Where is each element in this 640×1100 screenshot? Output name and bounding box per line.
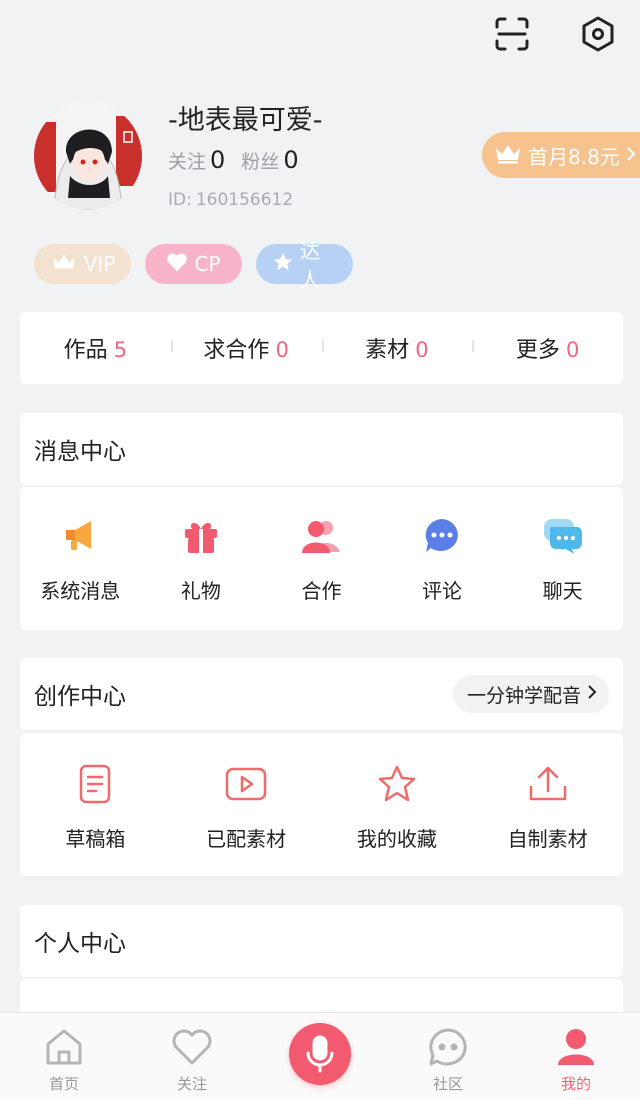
material-count: 0 [415,338,429,362]
creation-center-title: 创作中心 [34,684,126,710]
collab-request-count: 0 [275,338,289,362]
collab-request-label: 求合作 [203,338,270,363]
user-id-value: 160156612 [195,190,294,210]
more-count: 0 [565,338,580,362]
works-label: 作品 [63,338,108,363]
heart-outline-icon [170,1025,214,1069]
vip-promo-label: 首月8.8元 [528,144,620,169]
learn-dubbing-label: 一分钟学配音 [466,684,581,707]
personal-center-title: 个人中心 [34,931,126,957]
message-center-title: 消息中心 [34,439,126,465]
tab-community[interactable]: 社区 [384,1013,512,1100]
following-count: 0 [210,146,226,174]
upload-icon [525,761,571,807]
top-toolbar [492,14,618,54]
more-label: 更多 [515,338,560,363]
tab-following[interactable]: 关注 [128,1013,256,1100]
expert-badge-label: 达人 [300,239,320,292]
tab-community-label: 社区 [432,1075,463,1093]
works-item[interactable]: 作品 5 [20,332,171,364]
comment-bubble-icon [419,513,465,559]
following-stat[interactable]: 关注 0 [168,146,225,174]
creation-center-header: 创作中心 一分钟学配音 [20,658,623,730]
chat-icon [540,513,586,559]
vip-badge-label: VIP [83,252,116,276]
gift-label: 礼物 [180,579,221,603]
fans-stat[interactable]: 粉丝 0 [241,146,298,174]
comment-label: 评论 [422,579,463,603]
microphone-icon [289,1023,351,1085]
star-outline-icon [374,761,420,807]
hexagon-settings-icon[interactable] [578,14,618,54]
draft-icon [72,761,118,807]
system-message-label: 系统消息 [40,579,121,603]
star-icon [272,251,294,278]
personal-center-header: 个人中心 [20,905,623,977]
dubbed-material-label: 已配素材 [206,827,287,851]
self-made-material-item[interactable]: 自制素材 [472,733,623,876]
collaboration-item[interactable]: 合作 [261,487,382,630]
material-label: 素材 [365,338,410,363]
follow-stats: 关注 0 粉丝 0 [168,146,299,174]
username: -地表最可爱- [168,105,323,136]
more-item[interactable]: 更多 0 [472,332,623,364]
chat-label: 聊天 [542,579,583,603]
gift-item[interactable]: 礼物 [141,487,262,630]
creation-center-grid: 草稿箱 已配素材 我的收藏 自制素材 [20,733,623,876]
crown-icon [494,142,522,169]
chevron-right-icon [626,143,636,167]
tab-mine[interactable]: 我的 [512,1013,640,1100]
avatar[interactable] [34,102,142,210]
community-chat-icon [426,1025,470,1069]
vip-promo-button[interactable]: 首月8.8元 [482,132,640,178]
collaboration-label: 合作 [301,579,342,603]
works-count: 5 [113,338,128,362]
expert-badge[interactable]: 达人 [256,239,353,292]
badge-row: VIP CP 达人 [34,239,353,292]
fans-label: 粉丝 [241,151,280,173]
chat-item[interactable]: 聊天 [502,487,623,630]
bottom-tab-bar: 首页 关注 社区 我的 [0,1012,640,1100]
tab-record[interactable] [256,1013,384,1100]
tab-home[interactable]: 首页 [0,1013,128,1100]
draft-box-label: 草稿箱 [65,827,126,851]
fans-count: 0 [283,146,299,174]
scan-icon[interactable] [492,14,532,54]
cp-badge-label: CP [194,252,221,276]
tab-home-label: 首页 [48,1075,79,1093]
dubbed-material-item[interactable]: 已配素材 [171,733,322,876]
vip-badge[interactable]: VIP [34,244,131,284]
heart-icon [166,252,188,277]
cp-badge[interactable]: CP [145,244,242,284]
comment-item[interactable]: 评论 [382,487,503,630]
gift-icon [178,513,224,559]
following-label: 关注 [168,151,207,173]
user-icon [554,1025,598,1069]
user-id-label: ID: [168,190,192,210]
self-made-material-label: 自制素材 [507,827,588,851]
tab-mine-label: 我的 [560,1075,591,1093]
draft-box-item[interactable]: 草稿箱 [20,733,171,876]
message-center-grid: 系统消息 礼物 合作 评论 聊天 [20,487,623,630]
user-id: ID: 160156612 [168,190,293,210]
chevron-right-icon [587,683,597,705]
learn-dubbing-button[interactable]: 一分钟学配音 [452,675,609,713]
collab-request-item[interactable]: 求合作 0 [170,332,322,364]
play-video-icon [223,761,269,807]
works-stats-card: 作品 5 求合作 0 素材 0 更多 0 [20,312,623,384]
system-message-item[interactable]: 系统消息 [20,487,141,630]
tab-following-label: 关注 [176,1075,207,1093]
people-icon [298,513,344,559]
message-center-header: 消息中心 [20,413,623,485]
home-icon [42,1025,86,1069]
my-favorites-item[interactable]: 我的收藏 [322,733,473,876]
my-favorites-label: 我的收藏 [356,827,437,851]
megaphone-icon [57,513,103,559]
crown-icon [50,252,78,277]
material-item[interactable]: 素材 0 [321,332,473,364]
